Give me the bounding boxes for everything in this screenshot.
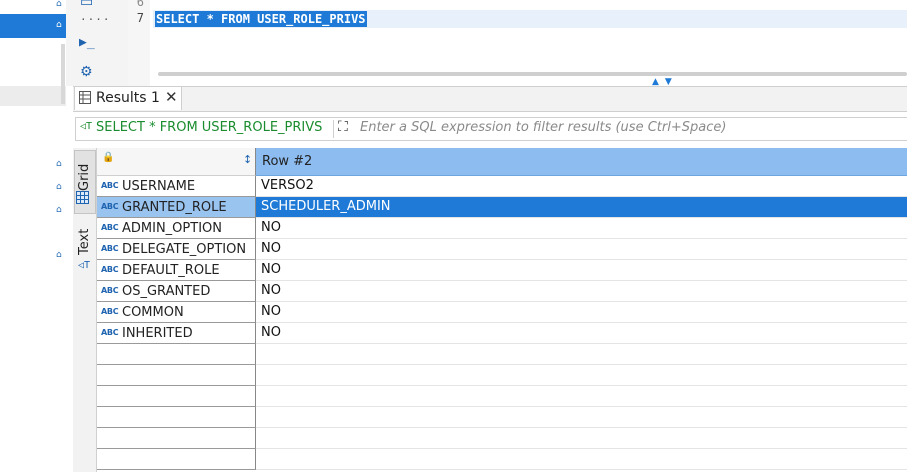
empty-row-header[interactable] (97, 344, 256, 365)
gear-icon[interactable]: ⚙ (80, 64, 93, 80)
db-icon[interactable]: ▭ (80, 0, 93, 10)
grid-icon (79, 91, 91, 104)
sql-statement[interactable]: SELECT * FROM USER_ROLE_PRIVS (155, 11, 367, 27)
value-cell[interactable]: NO (256, 260, 907, 281)
empty-row-header[interactable] (97, 449, 256, 470)
attribute-name-cell[interactable]: ABC INHERITED (97, 323, 256, 344)
attribute-name: ADMIN_OPTION (122, 221, 222, 236)
navigator-panel (0, 0, 66, 472)
db-icon[interactable]: ⌂ (56, 21, 65, 30)
empty-cell[interactable] (256, 428, 907, 449)
divider (333, 120, 334, 138)
text-type-icon: ABC (101, 286, 119, 295)
value-cell[interactable]: NO (256, 323, 907, 344)
value-cell[interactable]: SCHEDULER_ADMIN (256, 197, 907, 218)
attribute-value: NO (261, 241, 281, 256)
db-icon[interactable]: ⌂ (56, 0, 65, 9)
grid-icon[interactable] (76, 191, 89, 204)
empty-row-header[interactable] (97, 428, 256, 449)
filter-input[interactable]: Enter a SQL expression to filter results… (360, 120, 726, 135)
query-label: SELECT * FROM USER_ROLE_PRIVS (96, 120, 323, 135)
navigator-hover-item[interactable] (0, 86, 66, 106)
value-cell[interactable]: NO (256, 302, 907, 323)
editor-horizontal-scrollbar[interactable] (158, 72, 907, 76)
attribute-value: VERSO2 (261, 178, 314, 193)
attribute-name-cell[interactable]: ABC DELEGATE_OPTION (97, 239, 256, 260)
empty-cell[interactable] (256, 344, 907, 365)
attribute-name-cell[interactable]: ABC GRANTED_ROLE (97, 197, 256, 218)
line-number-gutter: 6 7 (128, 0, 150, 86)
attribute-name-cell[interactable]: ABC DEFAULT_ROLE (97, 260, 256, 281)
attribute-value: NO (261, 304, 281, 319)
value-cell[interactable]: NO (256, 281, 907, 302)
attribute-name: GRANTED_ROLE (122, 200, 227, 215)
db-icon[interactable]: ⌂ (56, 183, 65, 192)
db-icon[interactable]: ⌂ (56, 206, 65, 215)
text-type-icon: ABC (101, 307, 119, 316)
column-header-label: Row #2 (262, 154, 313, 169)
expand-icon[interactable]: ⛶ (338, 119, 348, 135)
attribute-value: NO (261, 325, 281, 340)
text-type-icon: ABC (101, 202, 119, 211)
empty-cell[interactable] (256, 365, 907, 386)
db-icon[interactable]: ⌂ (56, 160, 65, 169)
text-type-icon: ABC (101, 244, 119, 253)
tab-label: Results 1 (96, 90, 160, 106)
sort-icon[interactable]: ↕ (243, 153, 252, 166)
attribute-value: NO (261, 262, 281, 277)
empty-cell[interactable] (256, 386, 907, 407)
text-type-icon: ABC (101, 265, 119, 274)
terminal-icon[interactable]: ▶_ (79, 35, 95, 50)
value-cell[interactable]: NO (256, 239, 907, 260)
attribute-name-cell[interactable]: ABC OS_GRANTED (97, 281, 256, 302)
empty-cell[interactable] (256, 449, 907, 470)
view-mode-tabs: Grid Text ◁T (73, 148, 97, 472)
column-header[interactable]: Row #2 (256, 148, 907, 176)
close-icon[interactable]: ✕ (165, 88, 178, 106)
attribute-name: COMMON (122, 305, 184, 320)
line-number: 6 (136, 0, 144, 9)
text-icon[interactable]: ◁T (78, 260, 90, 271)
attribute-name: OS_GRANTED (122, 284, 211, 299)
attribute-name: DEFAULT_ROLE (122, 263, 220, 278)
attribute-name: INHERITED (122, 326, 193, 341)
line-number: 7 (136, 11, 144, 25)
row-header-corner[interactable]: 🔒 ↕ (97, 148, 256, 176)
tab-grid-label: Grid (77, 163, 92, 191)
empty-cell[interactable] (256, 407, 907, 428)
db-icon[interactable]: ⌂ (56, 251, 65, 260)
navigator-scrollbar[interactable] (61, 44, 65, 104)
empty-row-header[interactable] (97, 386, 256, 407)
filter-bar: ◁T SELECT * FROM USER_ROLE_PRIVS ⛶ Enter… (75, 117, 907, 141)
text-type-icon: ABC (101, 181, 119, 190)
attribute-name: DELEGATE_OPTION (122, 242, 247, 257)
attribute-name-cell[interactable]: ABC COMMON (97, 302, 256, 323)
tab-results-1[interactable]: Results 1 ✕ (74, 87, 182, 110)
results-tab-bar (73, 86, 907, 112)
attribute-name-cell[interactable]: ABC USERNAME (97, 176, 256, 197)
empty-row-header[interactable] (97, 365, 256, 386)
value-cell[interactable]: VERSO2 (256, 176, 907, 197)
text-type-icon: ABC (101, 223, 119, 232)
attribute-name: USERNAME (122, 179, 196, 194)
tab-grid[interactable]: Grid (74, 150, 96, 214)
attribute-value: NO (261, 283, 281, 298)
ellipsis-text: .... (80, 10, 111, 23)
empty-row-header[interactable] (97, 407, 256, 428)
text-type-icon: ABC (101, 328, 119, 337)
attribute-name-cell[interactable]: ABC ADMIN_OPTION (97, 218, 256, 239)
attribute-value: NO (261, 220, 281, 235)
attribute-value: SCHEDULER_ADMIN (261, 199, 391, 214)
lock-icon: 🔒 (102, 152, 115, 163)
tab-text[interactable]: Text (77, 229, 92, 255)
filter-icon[interactable]: ◁T (80, 121, 92, 132)
value-cell[interactable]: NO (256, 218, 907, 239)
